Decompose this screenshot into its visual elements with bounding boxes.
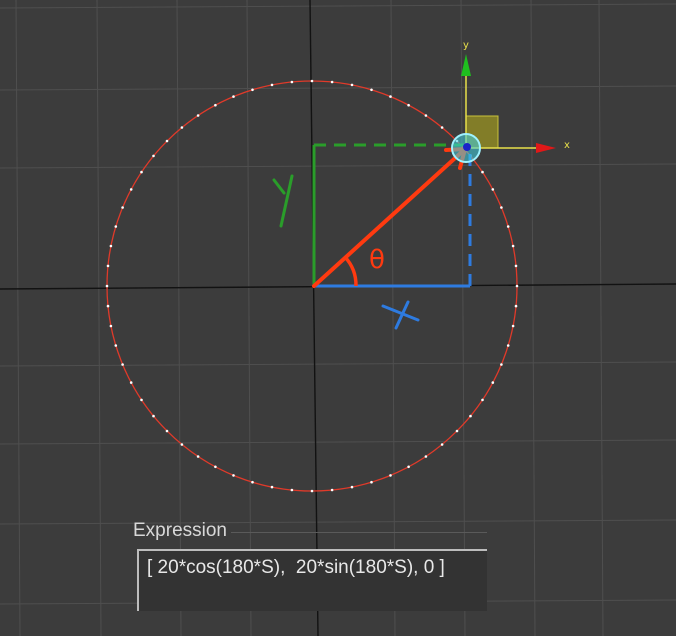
spline-vertex bbox=[152, 154, 155, 158]
expression-panel: Expression [ 20*cos(180*S), 20*sin(180*S… bbox=[131, 518, 487, 618]
spline-vertex bbox=[514, 264, 518, 268]
spline-vertex bbox=[389, 474, 392, 477]
spline-vertex bbox=[109, 324, 113, 328]
spline-vertex bbox=[232, 474, 235, 477]
spline-vertex bbox=[481, 170, 484, 174]
spline-vertex bbox=[350, 485, 354, 489]
spline-vertex bbox=[389, 95, 392, 98]
spline-vertex bbox=[140, 170, 143, 174]
y-handwritten-label bbox=[272, 174, 294, 228]
expression-title: Expression bbox=[133, 520, 227, 541]
spline-vertex bbox=[455, 429, 459, 433]
spline-vertex bbox=[180, 126, 184, 129]
spline-vertex bbox=[407, 103, 410, 107]
theta-arc bbox=[343, 255, 358, 287]
spline-vertex bbox=[424, 114, 428, 117]
spline-vertex bbox=[251, 88, 254, 92]
spline-vertex bbox=[514, 304, 518, 308]
spline-vertex bbox=[511, 324, 515, 328]
spline-vertex bbox=[370, 480, 373, 484]
expression-field[interactable]: [ 20*cos(180*S), 20*sin(180*S), 0 ] bbox=[137, 549, 487, 611]
spline-vertex bbox=[491, 381, 495, 384]
spline-vertex bbox=[469, 414, 472, 418]
spline-vertex bbox=[440, 443, 444, 446]
spline-vertex bbox=[500, 206, 503, 209]
spline-vertex bbox=[152, 414, 155, 418]
gizmo-y-label: y bbox=[463, 40, 469, 51]
spline-vertex bbox=[481, 398, 484, 402]
spline-vertex bbox=[105, 284, 109, 288]
spline-vertex bbox=[114, 225, 118, 228]
spline-vertex bbox=[290, 488, 294, 492]
spline-vertex bbox=[196, 455, 200, 458]
spline-vertex bbox=[140, 398, 143, 402]
spline-vertex bbox=[506, 344, 510, 347]
transform-gizmo[interactable]: x y bbox=[451, 40, 570, 163]
theta-label: θ bbox=[369, 245, 385, 275]
spline-vertex bbox=[251, 480, 254, 484]
spline-vertex bbox=[491, 188, 495, 191]
x-handwritten-label bbox=[381, 300, 420, 330]
spline-vertex bbox=[330, 488, 334, 492]
spline-vertex bbox=[515, 284, 519, 288]
spline-vertex bbox=[129, 188, 133, 191]
gizmo-x-label: x bbox=[564, 140, 570, 151]
spline-vertex bbox=[106, 304, 110, 308]
spline-vertex bbox=[114, 344, 118, 347]
spline-vertex bbox=[165, 429, 169, 433]
spline-vertex bbox=[424, 455, 428, 458]
expression-title-divider bbox=[231, 532, 487, 533]
spline-vertex bbox=[350, 83, 354, 87]
expression-value: [ 20*cos(180*S), 20*sin(180*S), 0 ] bbox=[147, 557, 445, 578]
spline-vertex bbox=[511, 244, 515, 248]
spline-vertex bbox=[232, 95, 235, 98]
spline-vertex bbox=[129, 381, 133, 384]
gizmo-y-arrowhead[interactable] bbox=[461, 54, 471, 76]
spline-vertex bbox=[310, 79, 314, 83]
spline-vertex bbox=[330, 80, 334, 84]
spline-vertex bbox=[121, 206, 124, 209]
spline-vertex bbox=[106, 264, 110, 268]
gizmo-center-dot bbox=[463, 143, 471, 151]
radius-arrow bbox=[312, 148, 466, 288]
spline-vertex bbox=[214, 465, 217, 469]
spline-vertex bbox=[506, 225, 510, 228]
spline-vertex bbox=[370, 88, 373, 92]
spline-vertex bbox=[500, 363, 503, 366]
spline-vertex bbox=[196, 114, 200, 117]
spline-vertex bbox=[180, 443, 184, 446]
spline-vertex bbox=[440, 126, 444, 129]
spline-vertex bbox=[165, 139, 169, 143]
gizmo-x-arrowhead[interactable] bbox=[536, 143, 556, 153]
spline-vertex bbox=[270, 485, 274, 489]
spline-vertex bbox=[214, 103, 217, 107]
spline-vertex bbox=[407, 465, 410, 469]
spline-vertex bbox=[290, 80, 294, 84]
spline-vertex bbox=[109, 244, 113, 248]
spline-vertex bbox=[270, 83, 274, 87]
spline-vertex bbox=[310, 489, 314, 493]
spline-vertex bbox=[121, 363, 124, 366]
